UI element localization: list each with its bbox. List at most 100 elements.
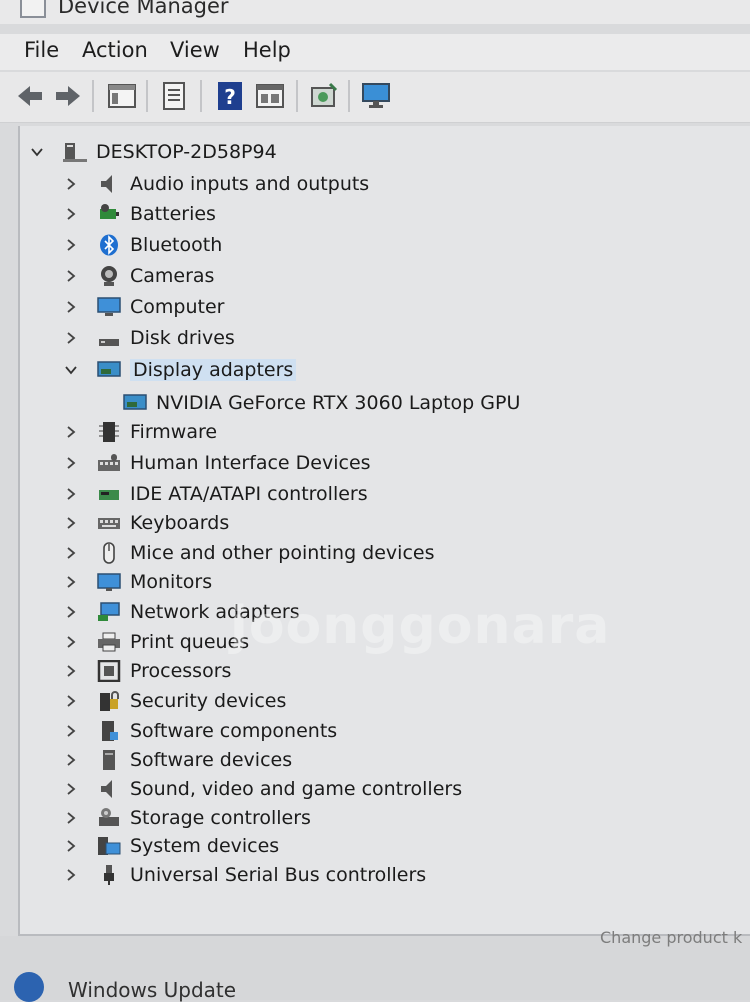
device-manager-app-icon (20, 0, 46, 18)
monitor-icon[interactable] (360, 80, 392, 112)
storage-icon (96, 806, 122, 830)
chevron-right-icon[interactable] (62, 573, 80, 591)
chevron-right-icon[interactable] (62, 692, 80, 710)
chevron-right-icon[interactable] (62, 514, 80, 532)
processor-icon (96, 659, 122, 683)
properties-icon[interactable] (158, 80, 190, 112)
tree-item-processors[interactable]: Processors (62, 657, 231, 685)
tree-item-sound[interactable]: Sound, video and game controllers (62, 775, 462, 803)
chevron-right-icon[interactable] (62, 544, 80, 562)
tree-item-display-adapters[interactable]: Display adapters (62, 356, 297, 384)
speaker-icon (96, 172, 122, 196)
tree-item-computer[interactable]: Computer (62, 293, 224, 321)
windows-update-icon (14, 972, 44, 1002)
window-title: Device Manager (58, 0, 229, 18)
tree-item-label: Software devices (130, 749, 293, 771)
toolbar-separator (296, 80, 298, 112)
tree-item-label: Batteries (130, 203, 216, 225)
security-icon (96, 689, 122, 713)
tree-item-audio[interactable]: Audio inputs and outputs (62, 170, 369, 198)
toolbar-separator (348, 80, 350, 112)
tree-item-ide[interactable]: IDE ATA/ATAPI controllers (62, 480, 368, 508)
device-tree[interactable]: DESKTOP-2D58P94 Audio inputs and outputs… (18, 126, 750, 936)
tree-item-bluetooth[interactable]: Bluetooth (62, 231, 222, 259)
tree-item-label: Sound, video and game controllers (130, 778, 463, 800)
tree-item-firmware[interactable]: Firmware (62, 418, 217, 446)
chevron-down-icon[interactable] (28, 143, 46, 161)
menu-file[interactable]: File (24, 38, 59, 62)
usb-icon (96, 863, 122, 887)
chevron-right-icon[interactable] (62, 298, 80, 316)
menu-bar: File Action View Help (0, 34, 750, 70)
forward-icon[interactable] (52, 80, 84, 112)
bluetooth-icon (96, 233, 122, 257)
tree-root[interactable]: DESKTOP-2D58P94 (28, 138, 277, 166)
chevron-right-icon[interactable] (62, 423, 80, 441)
tree-item-system[interactable]: System devices (62, 832, 279, 860)
tree-item-label: Mice and other pointing devices (130, 542, 435, 564)
camera-icon (96, 264, 122, 288)
chevron-right-icon[interactable] (62, 603, 80, 621)
tree-item-label: Monitors (130, 571, 213, 593)
chevron-right-icon[interactable] (62, 175, 80, 193)
software-component-icon (96, 719, 122, 743)
tree-item-usb[interactable]: Universal Serial Bus controllers (62, 861, 426, 889)
tree-item-hid[interactable]: Human Interface Devices (62, 449, 371, 477)
tree-item-batteries[interactable]: Batteries (62, 200, 216, 228)
back-icon[interactable] (14, 80, 46, 112)
chevron-right-icon[interactable] (62, 809, 80, 827)
ide-icon (96, 482, 122, 506)
tree-item-label: Disk drives (130, 327, 235, 349)
tree-item-label: Storage controllers (130, 807, 311, 829)
chevron-right-icon[interactable] (62, 267, 80, 285)
chevron-right-icon[interactable] (62, 329, 80, 347)
tree-item-keyboards[interactable]: Keyboards (62, 509, 229, 537)
chevron-right-icon[interactable] (62, 454, 80, 472)
tree-child-gpu[interactable]: NVIDIA GeForce RTX 3060 Laptop GPU (122, 389, 520, 417)
help-icon[interactable]: ? (214, 80, 246, 112)
menu-view[interactable]: View (170, 38, 220, 62)
tree-item-label: Computer (130, 296, 225, 318)
tree-item-cameras[interactable]: Cameras (62, 262, 214, 290)
menu-help[interactable]: Help (243, 38, 291, 62)
chevron-down-icon[interactable] (62, 361, 80, 379)
chevron-right-icon[interactable] (62, 633, 80, 651)
chevron-right-icon[interactable] (62, 837, 80, 855)
chevron-right-icon[interactable] (62, 236, 80, 254)
chevron-right-icon[interactable] (62, 205, 80, 223)
windows-update-label[interactable]: Windows Update (68, 978, 236, 1002)
tree-item-monitors[interactable]: Monitors (62, 568, 212, 596)
tree-item-label: IDE ATA/ATAPI controllers (130, 483, 368, 505)
disk-icon (96, 326, 122, 350)
tree-item-label: Processors (130, 660, 232, 682)
firmware-icon (96, 420, 122, 444)
toolbar-separator (200, 80, 202, 112)
chevron-right-icon[interactable] (62, 780, 80, 798)
tree-item-disk-drives[interactable]: Disk drives (62, 324, 235, 352)
computer-tower-icon (62, 140, 88, 164)
chevron-right-icon[interactable] (62, 485, 80, 503)
watermark: joonggonara (230, 596, 611, 656)
tree-item-storage[interactable]: Storage controllers (62, 804, 311, 832)
tree-item-print-queues[interactable]: Print queues (62, 628, 249, 656)
tree-item-software-components[interactable]: Software components (62, 717, 337, 745)
tree-item-mice[interactable]: Mice and other pointing devices (62, 539, 434, 567)
tree-item-label: System devices (130, 835, 280, 857)
view-icon[interactable] (254, 80, 286, 112)
tree-item-label: Universal Serial Bus controllers (130, 864, 427, 886)
scan-hardware-icon[interactable] (308, 80, 340, 112)
console-tree-icon[interactable] (106, 80, 138, 112)
chevron-right-icon[interactable] (62, 722, 80, 740)
tree-item-security[interactable]: Security devices (62, 687, 286, 715)
menu-action[interactable]: Action (82, 38, 148, 62)
printer-icon (96, 630, 122, 654)
gpu-label: NVIDIA GeForce RTX 3060 Laptop GPU (156, 392, 521, 414)
toolbar-separator (92, 80, 94, 112)
tree-item-software-devices[interactable]: Software devices (62, 746, 292, 774)
software-device-icon (96, 748, 122, 772)
chevron-right-icon[interactable] (62, 866, 80, 884)
chevron-right-icon[interactable] (62, 751, 80, 769)
title-bar: Device Manager (0, 0, 750, 24)
gpu-icon (122, 391, 148, 415)
chevron-right-icon[interactable] (62, 662, 80, 680)
